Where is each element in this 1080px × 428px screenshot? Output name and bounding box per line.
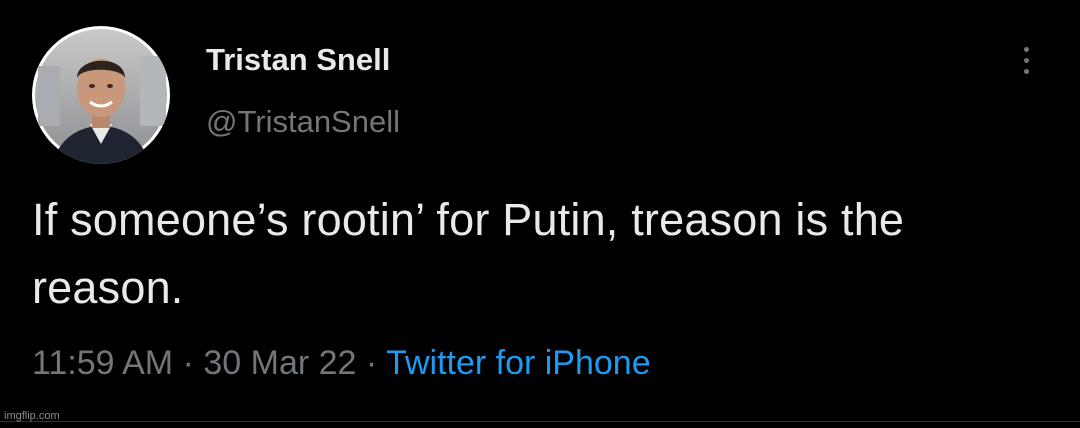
more-vertical-icon-dot [1023, 68, 1029, 74]
tweet-time[interactable]: 11:59 AM [32, 344, 173, 382]
tweet-source-link[interactable]: Twitter for iPhone [386, 344, 651, 382]
meta-separator: · [173, 344, 204, 382]
tweet-date[interactable]: 30 Mar 22 [203, 344, 356, 382]
tweet-card: Tristan Snell @TristanSnell If someone’s… [0, 0, 1080, 428]
meta-separator: · [356, 344, 387, 382]
watermark: imgflip.com [4, 410, 60, 422]
display-name[interactable]: Tristan Snell [206, 42, 390, 78]
user-handle[interactable]: @TristanSnell [206, 104, 400, 140]
profile-photo [35, 29, 167, 164]
more-vertical-icon-dot [1023, 57, 1029, 63]
more-options-button[interactable] [1012, 42, 1040, 78]
more-vertical-icon [1023, 46, 1029, 52]
divider [0, 421, 1080, 422]
tweet-text: If someone’s rootin’ for Putin, treason … [32, 194, 905, 313]
tweet-meta: 11:59 AM · 30 Mar 22 · Twitter for iPhon… [32, 344, 651, 383]
avatar[interactable] [32, 26, 170, 164]
